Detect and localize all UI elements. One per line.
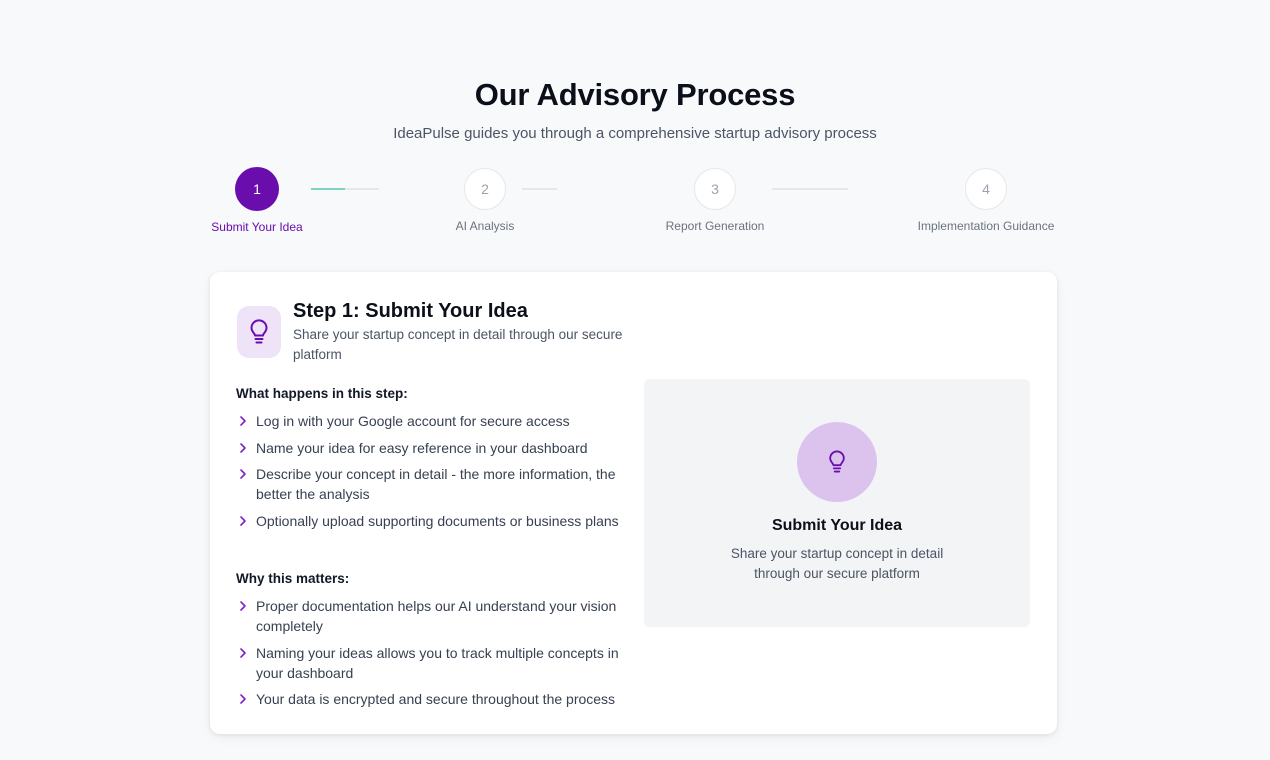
step-1[interactable]: 1 Submit Your Idea [157,167,357,234]
list-item-text: Naming your ideas allows you to track mu… [256,644,619,681]
connector-1-2 [311,188,379,190]
connector-2-3 [522,188,557,190]
step-1-circle[interactable]: 1 [235,167,279,211]
why-matters-heading: Why this matters: [236,571,350,586]
preview-title: Submit Your Idea [771,517,903,534]
step-4-circle[interactable]: 4 [965,168,1007,210]
step-4[interactable]: 4 Implementation Guidance [886,168,1086,233]
connector-1-2-progress [311,188,345,190]
what-happens-list: Log in with your Google account for secu… [236,411,628,537]
chevron-right-icon [240,694,246,704]
lightbulb-icon [797,422,877,502]
list-item: Log in with your Google account for secu… [236,411,628,431]
step-2[interactable]: 2 AI Analysis [385,168,585,233]
list-item: Describe your concept in detail - the mo… [236,464,628,504]
step-2-circle[interactable]: 2 [464,168,506,210]
step-2-label[interactable]: AI Analysis [385,219,585,233]
step-3[interactable]: 3 Report Generation [615,168,815,233]
step-1-label[interactable]: Submit Your Idea [157,220,357,234]
step-3-label[interactable]: Report Generation [615,219,815,233]
lightbulb-icon [237,306,281,358]
page-subtitle: IdeaPulse guides you through a comprehen… [393,125,877,142]
connector-3-4 [772,188,848,190]
chevron-right-icon [240,442,246,453]
chevron-right-icon [240,469,246,479]
step-description: Share your startup concept in detail thr… [293,327,623,362]
list-item: Name your idea for easy reference in you… [236,438,628,458]
why-matters-list: Proper documentation helps our AI unders… [236,596,628,716]
chevron-right-icon [240,515,246,526]
step-3-circle[interactable]: 3 [694,168,736,210]
preview-description: Share your startup concept in detail thr… [730,546,944,581]
chevron-right-icon [240,416,246,426]
step-title: Step 1: Submit Your Idea [293,300,528,322]
step-preview-panel: Submit Your Idea Share your startup conc… [644,379,1030,627]
page-title: Our Advisory Process [474,76,796,112]
list-item-text: Describe your concept in detail - the mo… [256,466,616,502]
step-detail-card: Step 1: Submit Your Idea Share your star… [210,272,1057,734]
list-item-text: Name your idea for easy reference in you… [256,439,588,456]
list-item-text: Your data is encrypted and secure throug… [256,691,616,707]
list-item: Your data is encrypted and secure throug… [236,689,628,709]
chevron-right-icon [240,601,246,611]
what-happens-heading: What happens in this step: [236,386,408,401]
list-item: Optionally upload supporting documents o… [236,511,628,531]
list-item-text: Log in with your Google account for secu… [256,413,570,429]
step-4-label[interactable]: Implementation Guidance [886,219,1086,233]
chevron-right-icon [240,647,246,658]
list-item-text: Optionally upload supporting documents o… [256,512,619,529]
list-item: Proper documentation helps our AI unders… [236,596,628,636]
list-item-text: Proper documentation helps our AI unders… [256,598,617,634]
list-item: Naming your ideas allows you to track mu… [236,643,628,683]
